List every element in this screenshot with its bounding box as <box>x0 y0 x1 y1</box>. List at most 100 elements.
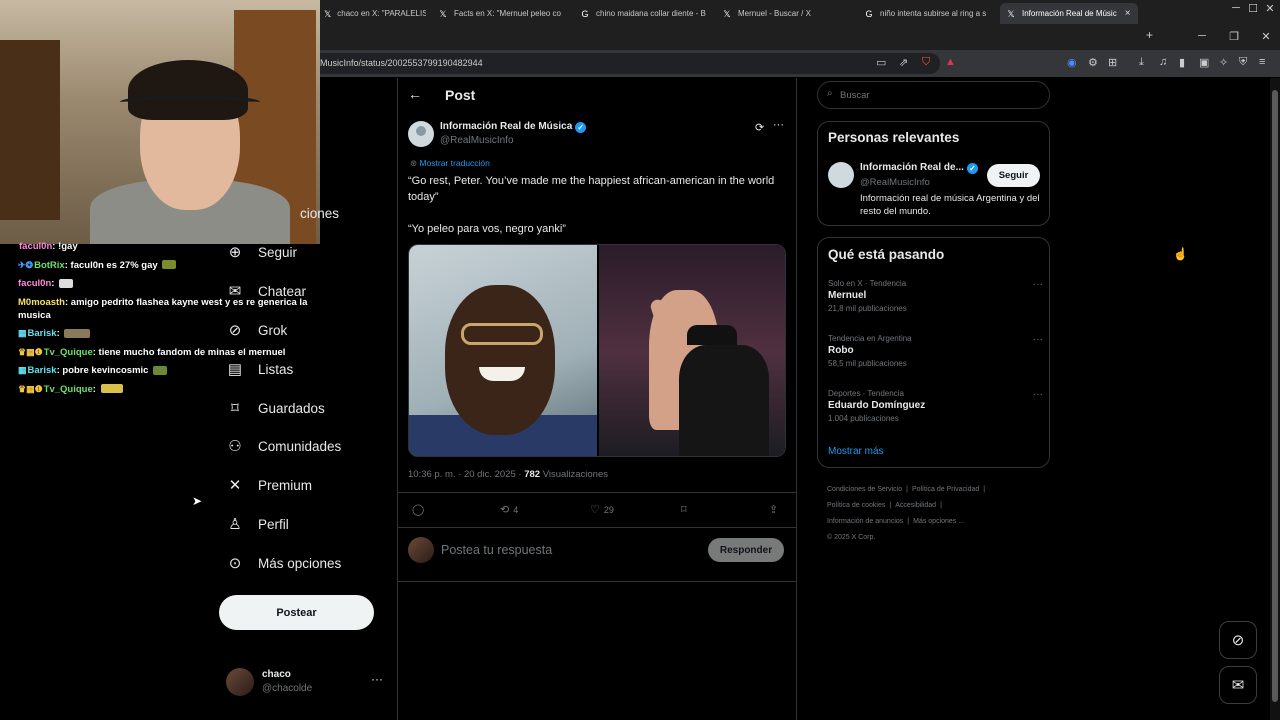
footer-link[interactable]: Accesibilidad <box>895 502 936 509</box>
browser-tab-active[interactable]: 𝕏 Información Real de Músic × <box>1000 3 1138 24</box>
grok-explain-icon[interactable]: ⟳ <box>755 121 764 134</box>
footer-link[interactable]: Política de cookies <box>827 502 885 509</box>
post-media[interactable] <box>408 244 786 457</box>
speaker-icon[interactable]: ◉ <box>1067 56 1077 69</box>
more-dots-icon[interactable]: ··· <box>1033 389 1043 400</box>
more-dots-icon[interactable]: ··· <box>773 119 784 131</box>
account-switcher[interactable]: chaco @chacolde ··· <box>226 666 386 700</box>
grok-float-button[interactable]: ⊘ <box>1219 621 1257 659</box>
views-count: 782 <box>524 469 541 480</box>
bookmark-action[interactable]: ⌑ <box>681 503 687 516</box>
sidebar-item-perfil[interactable]: ♙ Perfil <box>226 512 289 536</box>
sidebar-item-seguir[interactable]: ⊕ Seguir <box>226 240 297 264</box>
sidebar-item-notifications-partial[interactable]: ciones <box>300 206 339 221</box>
sidebar-item-guardados[interactable]: ⌑ Guardados <box>226 396 325 420</box>
webcam-shelf <box>0 40 60 220</box>
browser-tab[interactable]: Gchino maidana collar diente - B <box>574 3 712 24</box>
post-timestamp[interactable]: 10:36 p. m. · 20 dic. 2025 · <box>408 469 522 480</box>
x-logo-icon: 𝕏 <box>723 8 731 19</box>
browser-tab[interactable]: 𝕏chaco en X: "PARALELISMOS... <box>318 3 426 24</box>
browser-tab[interactable]: Gniño intenta subirse al ring a s <box>858 3 996 24</box>
extension-icon[interactable]: ⚙ <box>1088 56 1098 69</box>
trend-item[interactable]: Solo en X · Tendencia Mernuel 21,8 mil p… <box>828 279 1043 313</box>
translate-icon[interactable]: ⊞ <box>1108 56 1117 69</box>
sidebar-item-comunidades[interactable]: ⚇ Comunidades <box>226 434 341 458</box>
relevant-name[interactable]: Información Real de... ✓ <box>860 162 978 174</box>
minimize-icon[interactable]: ─ <box>1192 30 1212 42</box>
communities-icon: ⚇ <box>228 438 242 455</box>
brave-rewards-icon[interactable]: ▲ <box>945 56 956 68</box>
url-field[interactable]: MusicInfo/status/2002553799190482944 <box>320 53 940 74</box>
translate-link[interactable]: ⊛ Mostrar traducción <box>410 158 490 169</box>
chat-username[interactable]: Barisk <box>28 365 57 376</box>
menu-icon[interactable]: ≡ <box>1259 56 1265 68</box>
trend-item[interactable]: Deportes · Tendencia Eduardo Domínguez 1… <box>828 389 1043 423</box>
close-icon[interactable]: ✕ <box>1256 30 1276 43</box>
chat-text: pobre kevincosmic <box>62 365 149 376</box>
close-window-button[interactable]: ✕ <box>1260 2 1280 15</box>
music-icon[interactable]: ♫ <box>1159 56 1167 68</box>
author-avatar[interactable] <box>408 121 434 147</box>
trend-count: 21,8 mil publicaciones <box>828 304 907 313</box>
post-image-right[interactable] <box>599 245 785 456</box>
sidebar-icon[interactable]: ▮ <box>1179 56 1185 69</box>
show-more-link[interactable]: Mostrar más <box>828 446 884 457</box>
chat-username[interactable]: BotRix <box>34 260 65 271</box>
image-glasses <box>461 323 543 345</box>
leo-icon[interactable]: ✧ <box>1219 56 1228 69</box>
like-action[interactable]: ♡ 29 <box>590 503 614 516</box>
chat-username[interactable]: Barisk <box>28 328 57 339</box>
google-icon: G <box>865 8 873 19</box>
brave-shield-icon[interactable]: ⛉ <box>922 56 930 69</box>
author-handle[interactable]: @RealMusicInfo <box>440 135 514 146</box>
wallet-icon[interactable]: ▣ <box>1199 56 1209 69</box>
download-icon[interactable]: ⤓ <box>1139 56 1144 69</box>
chat-username[interactable]: facul0n <box>18 278 51 289</box>
sidebar-item-chatear[interactable]: ✉ Chatear <box>226 279 306 303</box>
reply-button[interactable]: Responder <box>708 538 784 562</box>
more-dots-icon[interactable]: ··· <box>371 672 383 686</box>
footer-link[interactable]: Condiciones de Servicio <box>827 486 902 493</box>
share-action[interactable]: ⇪ <box>769 503 778 516</box>
sidebar-item-label: Grok <box>258 322 288 338</box>
vpn-icon[interactable]: ⛨ <box>1239 56 1247 69</box>
restore-icon[interactable]: ❐ <box>1224 30 1244 43</box>
install-icon[interactable]: ▭ <box>876 56 886 69</box>
footer-link[interactable]: Información de anuncios <box>827 518 903 525</box>
follow-button[interactable]: Seguir <box>987 164 1040 187</box>
relevant-handle[interactable]: @RealMusicInfo <box>860 177 930 188</box>
back-arrow-icon[interactable]: ← <box>408 86 422 102</box>
scrollbar-thumb[interactable] <box>1272 90 1278 702</box>
footer-link[interactable]: Más opciones ... <box>913 518 964 525</box>
avatar[interactable] <box>828 162 854 188</box>
repost-action[interactable]: ⟲ 4 <box>500 503 518 516</box>
footer-separator: | <box>889 502 892 509</box>
new-tab-button[interactable]: + <box>1146 28 1153 42</box>
sidebar-item-label: Perfil <box>258 516 289 532</box>
search-placeholder: Buscar <box>840 90 870 101</box>
more-dots-icon[interactable]: ··· <box>1033 279 1043 290</box>
close-tab-icon[interactable]: × <box>1125 8 1131 19</box>
chat-username[interactable]: M0moasth <box>18 297 65 308</box>
more-dots-icon[interactable]: ··· <box>1033 334 1043 345</box>
browser-tab[interactable]: 𝕏 Mernuel - Buscar / X <box>716 3 854 24</box>
chat-username[interactable]: Tv_Quique <box>44 384 93 395</box>
sidebar-item-grok[interactable]: ⊘ Grok <box>226 318 288 342</box>
chat-username[interactable]: Tv_Quique <box>44 347 93 358</box>
browser-tab[interactable]: 𝕏 Facts en X: "Mernuel peleo co <box>432 3 568 24</box>
footer-link[interactable]: Política de Privacidad <box>912 486 979 493</box>
messages-float-button[interactable]: ✉ <box>1219 666 1257 704</box>
reply-input[interactable]: Postea tu respuesta <box>441 543 552 557</box>
chat-username[interactable]: facul0n <box>19 241 52 252</box>
post-button[interactable]: Postear <box>219 595 374 630</box>
post-image-left[interactable] <box>409 245 597 456</box>
share-icon[interactable]: ⇗ <box>899 56 908 69</box>
sidebar-item-listas[interactable]: ▤ Listas <box>226 357 293 381</box>
reply-action[interactable]: ◯ <box>412 503 424 516</box>
search-input[interactable]: ⌕ Buscar <box>817 81 1050 109</box>
sidebar-item-mas-opciones[interactable]: ⊙ Más opciones <box>226 551 342 575</box>
sidebar-item-premium[interactable]: ✕ Premium <box>226 473 312 497</box>
trend-item[interactable]: Tendencia en Argentina Robo 58,5 mil pub… <box>828 334 1043 368</box>
author-name[interactable]: Información Real de Música ✓ <box>440 121 587 133</box>
copyright: © 2025 X Corp. <box>827 534 876 541</box>
